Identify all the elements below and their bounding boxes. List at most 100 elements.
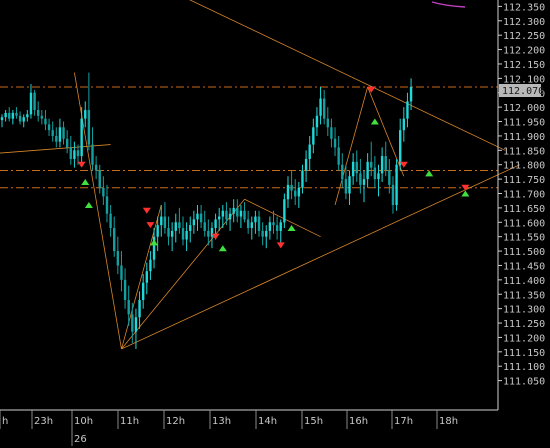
candle-body-105: [380, 156, 384, 174]
candle-body-85: [308, 144, 311, 159]
candle-body-14: [51, 130, 54, 136]
y-tick-label-16: 111.550: [503, 233, 545, 244]
candle-body-16: [58, 127, 62, 142]
candle-body-107: [388, 170, 391, 185]
candle-body-92: [333, 138, 337, 148]
candle-body-60: [218, 216, 221, 220]
y-tick-label-1: 112.300: [503, 17, 545, 28]
candle-body-52: [189, 225, 192, 231]
candle-body-29: [105, 196, 109, 214]
candle-body-69: [250, 222, 253, 229]
candle-body-3: [11, 112, 15, 119]
candle-body-20: [73, 150, 76, 159]
candle-body-87: [315, 115, 319, 128]
x-tick-label-8: 16h: [349, 416, 368, 427]
x-tick-label-1: 23h: [34, 416, 53, 427]
y-tick-label-26: 111.050: [503, 377, 545, 388]
candle-body-57: [207, 230, 210, 237]
candle-body-91: [330, 127, 333, 139]
candle-109: [395, 158, 398, 211]
y-tick-label-19: 111.400: [503, 276, 545, 287]
candle-body-4: [15, 112, 18, 116]
candle-body-47: [170, 230, 174, 237]
candle-body-104: [377, 173, 380, 180]
y-tick-label-25: 111.100: [503, 362, 545, 373]
candle-body-11: [40, 115, 44, 119]
y-axis: 112.350 112.300 112.250 112.200 112.150 112.1…: [498, 2, 545, 388]
candle-body-35: [127, 300, 130, 315]
candle-body-72: [261, 230, 264, 237]
candle-body-1: [4, 112, 7, 118]
y-tick-label-24: 111.150: [503, 348, 545, 359]
candle-body-62: [225, 210, 228, 220]
candle-body-84: [304, 158, 308, 171]
candle-body-76: [275, 225, 279, 231]
y-tick-label-12: 111.750: [503, 175, 545, 186]
y-tick-label-4: 112.150: [503, 60, 545, 71]
candle-body-98: [355, 161, 358, 174]
candle-body-48: [174, 222, 177, 231]
y-tick-label-18: 111.450: [503, 261, 545, 272]
candle-body-30: [109, 213, 112, 229]
candle-body-67: [243, 210, 246, 220]
candle-body-18: [65, 138, 69, 148]
candle-body-66: [239, 210, 243, 217]
x-tick-label-9: 17h: [394, 416, 413, 427]
candle-body-86: [312, 127, 315, 145]
candle-body-97: [351, 161, 355, 177]
candle-body-61: [221, 210, 225, 217]
y-tick-label-0: 112.350: [503, 2, 545, 13]
x-tick-label-6: 14h: [258, 416, 277, 427]
candle-body-82: [297, 187, 301, 197]
candle-body-23: [84, 110, 87, 119]
candle-body-70: [254, 216, 257, 223]
candle-body-44: [160, 216, 163, 226]
candle-body-56: [203, 222, 206, 231]
x-tick-label-2: 10h: [74, 416, 93, 427]
y-tick-label-21: 111.300: [503, 305, 545, 316]
current-price-label: 112.070: [502, 86, 544, 97]
candle-body-53: [192, 219, 196, 226]
candle-body-25: [91, 144, 94, 165]
y-tick-label-14: 111.650: [503, 204, 545, 215]
y-tick-label-2: 112.250: [503, 31, 545, 42]
candle-body-101: [366, 161, 369, 180]
y-tick-label-9: 111.900: [503, 132, 545, 143]
y-tick-label-20: 111.350: [503, 290, 545, 301]
candlestick-chart[interactable]: 112.350 112.300 112.250 112.200 112.150 112.1…: [0, 0, 550, 448]
candle-body-63: [228, 213, 232, 220]
y-tick-label-5: 112.100: [503, 74, 545, 85]
candle-body-36: [131, 314, 134, 332]
candle-body-79: [286, 184, 290, 200]
candle-body-68: [246, 219, 250, 229]
candle-body-95: [344, 179, 348, 194]
candle-body-31: [113, 228, 116, 252]
y-tick-label-11: 111.800: [503, 161, 545, 172]
x-tick-label-7: 15h: [304, 416, 323, 427]
candle-body-8: [29, 92, 33, 115]
candle-body-24: [87, 110, 91, 145]
candle-body-55: [199, 213, 203, 223]
candle-body-100: [362, 179, 366, 185]
candle-body-99: [359, 173, 362, 185]
y-tick-label-10: 111.850: [503, 146, 545, 157]
plot-background: [0, 0, 498, 410]
candle-body-0: [0, 117, 4, 121]
candle-body-33: [120, 265, 123, 280]
x-tick-label-0: h: [2, 416, 8, 427]
candle-body-102: [370, 161, 373, 168]
candle-body-94: [341, 164, 344, 180]
y-tick-label-22: 111.250: [503, 319, 545, 330]
y-tick-label-23: 111.200: [503, 333, 545, 344]
y-tick-label-7: 112.000: [503, 103, 545, 114]
candle-body-103: [373, 167, 377, 180]
candle-body-28: [102, 187, 105, 197]
candle-body-46: [167, 228, 170, 237]
y-tick-label-3: 112.200: [503, 46, 545, 57]
date-label: 26: [74, 434, 87, 445]
x-tick-label-3: 11h: [120, 416, 139, 427]
candle-body-71: [257, 216, 261, 231]
candle-body-89: [322, 98, 326, 119]
candle-body-113: [409, 86, 413, 102]
y-tick-label-15: 111.600: [503, 218, 545, 229]
